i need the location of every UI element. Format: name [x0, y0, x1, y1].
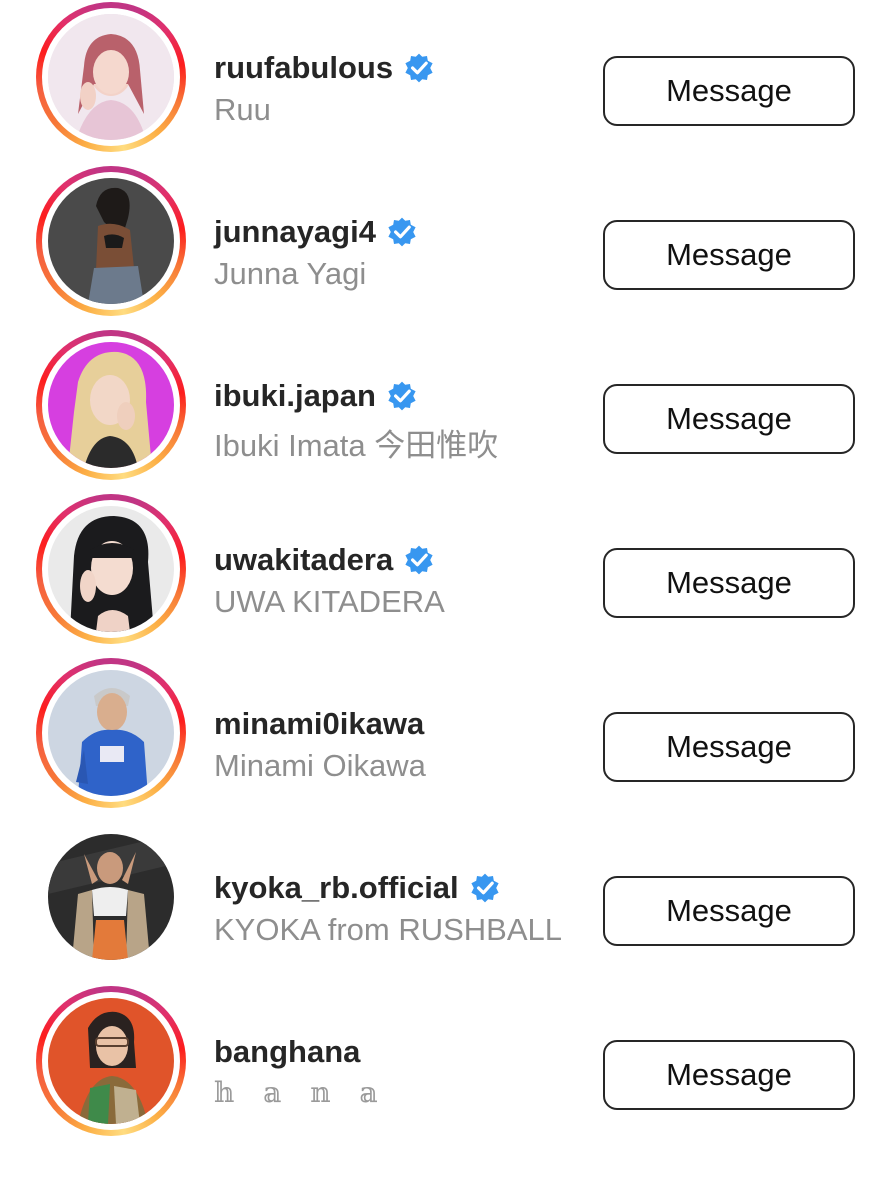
full-name: Ibuki Imata 今田惟吹: [214, 428, 499, 463]
list-item[interactable]: minami0ikawa Minami Oikawa Message: [0, 656, 895, 820]
avatar[interactable]: [48, 670, 174, 796]
username[interactable]: junnayagi4: [214, 214, 376, 250]
story-ring[interactable]: [36, 330, 186, 480]
avatar[interactable]: [48, 834, 174, 960]
list-item[interactable]: ibuki.japan Ibuki Imata 今田惟吹 Message: [0, 328, 895, 492]
full-name: Minami Oikawa: [214, 748, 426, 783]
avatar-container[interactable]: [36, 822, 186, 972]
list-item[interactable]: kyoka_rb.official KYOKA from RUSHBALL Me…: [0, 820, 895, 984]
message-button[interactable]: Message: [603, 876, 855, 946]
message-button[interactable]: Message: [603, 1040, 855, 1110]
avatar[interactable]: [48, 342, 174, 468]
full-name: KYOKA from RUSHBALL: [214, 912, 563, 947]
story-ring[interactable]: [36, 2, 186, 152]
story-ring[interactable]: [36, 494, 186, 644]
username[interactable]: uwakitadera: [214, 542, 393, 578]
full-name: Ruu: [214, 92, 271, 127]
avatar[interactable]: [48, 14, 174, 140]
story-ring[interactable]: [36, 658, 186, 808]
message-button[interactable]: Message: [603, 712, 855, 782]
message-button[interactable]: Message: [603, 220, 855, 290]
username[interactable]: banghana: [214, 1034, 360, 1070]
username[interactable]: kyoka_rb.official: [214, 870, 459, 906]
avatar[interactable]: [48, 178, 174, 304]
list-item[interactable]: banghana 𝕙 𝕒 𝕟 𝕒 Message: [0, 984, 895, 1148]
full-name: Junna Yagi: [214, 256, 367, 291]
username[interactable]: ruufabulous: [214, 50, 393, 86]
message-button[interactable]: Message: [603, 384, 855, 454]
verified-badge-icon: [388, 381, 416, 411]
avatar[interactable]: [48, 998, 174, 1124]
list-item[interactable]: uwakitadera UWA KITADERA Message: [0, 492, 895, 656]
verified-badge-icon: [405, 545, 433, 575]
verified-badge-icon: [388, 217, 416, 247]
full-name: 𝕙 𝕒 𝕟 𝕒: [214, 1076, 388, 1109]
username[interactable]: ibuki.japan: [214, 378, 376, 414]
full-name: UWA KITADERA: [214, 584, 445, 619]
message-button[interactable]: Message: [603, 56, 855, 126]
list-item[interactable]: junnayagi4 Junna Yagi Message: [0, 164, 895, 328]
verified-badge-icon: [471, 873, 499, 903]
story-ring[interactable]: [36, 986, 186, 1136]
message-button[interactable]: Message: [603, 548, 855, 618]
username[interactable]: minami0ikawa: [214, 706, 424, 742]
story-ring[interactable]: [36, 166, 186, 316]
avatar[interactable]: [48, 506, 174, 632]
verified-badge-icon: [405, 53, 433, 83]
list-item[interactable]: ruufabulous Ruu Message: [0, 0, 895, 164]
